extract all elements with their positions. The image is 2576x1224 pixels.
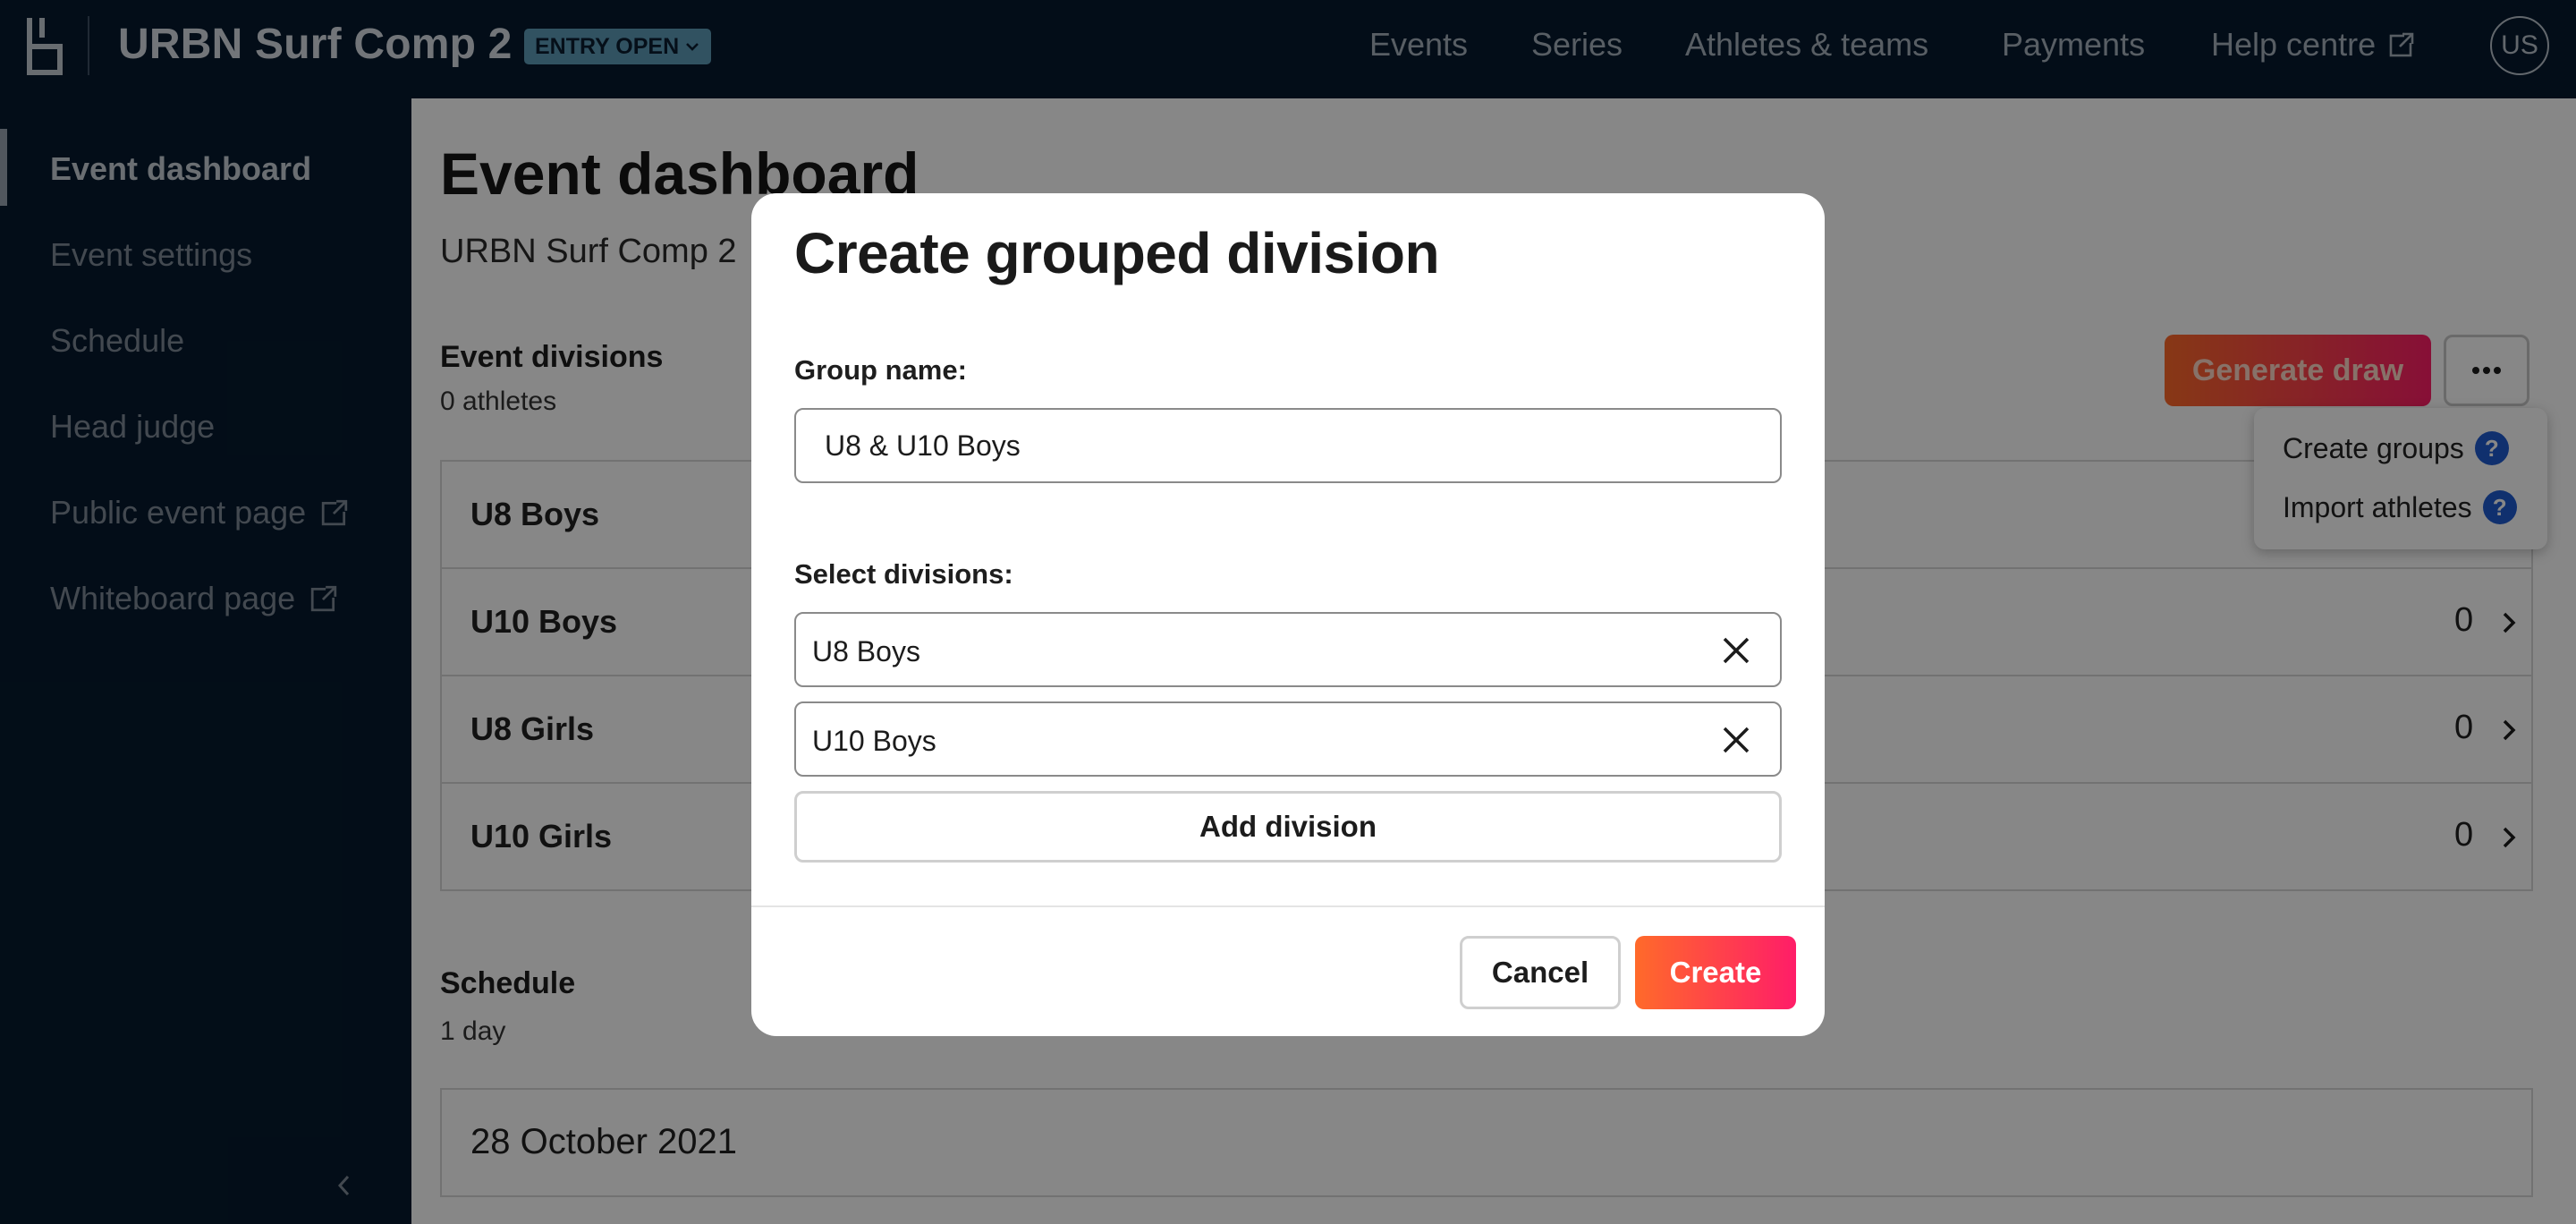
close-icon[interactable] (1719, 633, 1753, 667)
group-name-label: Group name: (794, 354, 967, 386)
cancel-button[interactable]: Cancel (1460, 936, 1621, 1009)
create-grouped-division-dialog: Create grouped division Group name: Sele… (751, 193, 1825, 1036)
select-divisions-label: Select divisions: (794, 558, 1013, 590)
close-icon[interactable] (1719, 723, 1753, 757)
selected-division-label: U8 Boys (812, 635, 920, 667)
selected-division-chip: U8 Boys (794, 612, 1782, 687)
create-button[interactable]: Create (1635, 936, 1796, 1009)
selected-division-chip: U10 Boys (794, 701, 1782, 777)
add-division-button[interactable]: Add division (794, 791, 1782, 863)
dialog-title: Create grouped division (794, 221, 1440, 285)
group-name-input[interactable] (794, 408, 1782, 483)
dialog-footer-divider (751, 905, 1825, 907)
selected-division-label: U10 Boys (812, 725, 936, 757)
